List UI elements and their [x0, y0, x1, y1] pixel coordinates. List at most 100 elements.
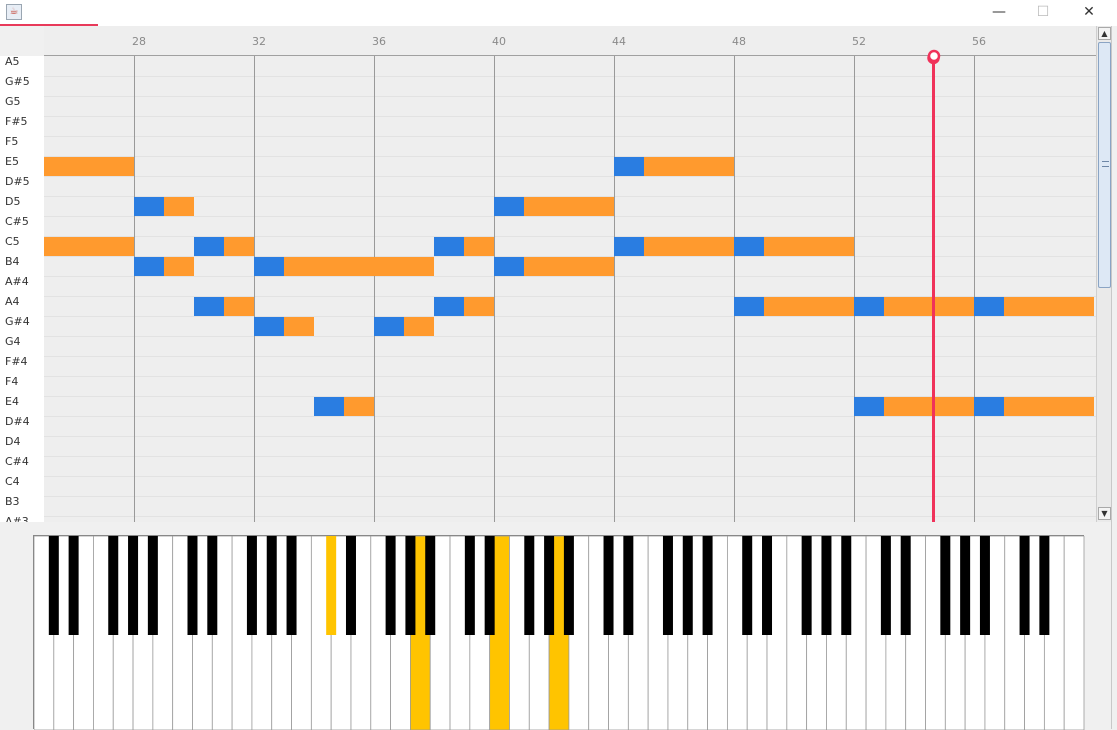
note-block[interactable] — [854, 297, 974, 316]
black-key[interactable] — [762, 536, 773, 635]
piano-roll-grid[interactable] — [44, 56, 1096, 522]
black-key[interactable] — [187, 536, 198, 635]
pitch-label: A4 — [5, 295, 20, 308]
black-key[interactable] — [207, 536, 218, 635]
note-block[interactable] — [494, 197, 614, 216]
pitch-label-column: A5 G#5 G5 F#5 F5 E5 D#5 D5 C#5 C5 B4 A#4 A4 G#4 G4 F#4 F… — [0, 56, 44, 522]
black-key[interactable] — [286, 536, 297, 635]
ruler-label: 28 — [132, 35, 146, 48]
note-canvas[interactable] — [44, 56, 1096, 522]
note-block[interactable] — [134, 257, 194, 276]
black-key[interactable] — [841, 536, 852, 635]
note-block[interactable] — [434, 297, 494, 316]
note-block[interactable] — [314, 397, 374, 416]
note-block[interactable] — [44, 237, 134, 256]
note-block[interactable] — [254, 257, 434, 276]
black-key[interactable] — [266, 536, 277, 635]
black-key[interactable] — [801, 536, 812, 635]
scroll-up-arrow[interactable]: ▲ — [1098, 27, 1111, 40]
maximize-button[interactable]: ☐ — [1021, 2, 1065, 24]
note-head[interactable] — [494, 257, 524, 276]
note-block[interactable] — [194, 297, 254, 316]
note-head[interactable] — [974, 397, 1004, 416]
note-head[interactable] — [434, 297, 464, 316]
note-head[interactable] — [854, 397, 884, 416]
note-head[interactable] — [434, 237, 464, 256]
note-head[interactable] — [254, 317, 284, 336]
black-key[interactable] — [900, 536, 911, 635]
black-key[interactable] — [326, 536, 337, 635]
note-block[interactable] — [734, 297, 854, 316]
black-key[interactable] — [544, 536, 555, 635]
note-head[interactable] — [374, 317, 404, 336]
note-block[interactable] — [434, 237, 494, 256]
black-key[interactable] — [979, 536, 990, 635]
black-key[interactable] — [880, 536, 891, 635]
vertical-scrollbar[interactable]: ▲ ▼ — [1096, 26, 1112, 522]
pitch-label: G5 — [5, 95, 21, 108]
black-key[interactable] — [1039, 536, 1050, 635]
note-block[interactable] — [734, 237, 854, 256]
black-key[interactable] — [524, 536, 535, 635]
black-key[interactable] — [603, 536, 614, 635]
black-key[interactable] — [702, 536, 713, 635]
black-key[interactable] — [425, 536, 436, 635]
playhead-knob[interactable] — [927, 49, 941, 63]
black-key[interactable] — [128, 536, 139, 635]
note-head[interactable] — [734, 297, 764, 316]
close-button[interactable]: ✕ — [1067, 2, 1111, 24]
minimize-button[interactable]: — — [977, 2, 1021, 24]
piano-keyboard[interactable] — [33, 535, 1085, 730]
note-head[interactable] — [974, 297, 1004, 316]
black-key[interactable] — [563, 536, 574, 635]
black-key[interactable] — [246, 536, 257, 635]
black-key[interactable] — [147, 536, 158, 635]
playhead-knob-circle[interactable] — [927, 49, 940, 63]
black-key[interactable] — [345, 536, 356, 635]
note-block[interactable] — [254, 317, 314, 336]
black-key[interactable] — [464, 536, 475, 635]
black-key[interactable] — [742, 536, 753, 635]
note-body[interactable] — [44, 157, 134, 176]
black-key[interactable] — [48, 536, 59, 635]
note-head[interactable] — [734, 237, 764, 256]
note-head[interactable] — [494, 197, 524, 216]
note-block[interactable] — [614, 237, 734, 256]
note-block[interactable] — [44, 157, 134, 176]
scroll-down-arrow[interactable]: ▼ — [1098, 507, 1111, 520]
note-block[interactable] — [134, 197, 194, 216]
note-head[interactable] — [254, 257, 284, 276]
note-head[interactable] — [134, 257, 164, 276]
note-block[interactable] — [494, 257, 614, 276]
black-key[interactable] — [108, 536, 119, 635]
note-body[interactable] — [44, 237, 134, 256]
black-key[interactable] — [484, 536, 495, 635]
piano-keys[interactable] — [34, 536, 1085, 730]
note-block[interactable] — [374, 317, 434, 336]
note-block[interactable] — [194, 237, 254, 256]
note-block[interactable] — [974, 297, 1094, 316]
black-key[interactable] — [940, 536, 951, 635]
black-key[interactable] — [623, 536, 634, 635]
black-key[interactable] — [682, 536, 693, 635]
note-head[interactable] — [314, 397, 344, 416]
note-head[interactable] — [854, 297, 884, 316]
note-block[interactable] — [854, 397, 974, 416]
black-key[interactable] — [821, 536, 832, 635]
scroll-thumb[interactable] — [1098, 42, 1111, 288]
note-head[interactable] — [194, 297, 224, 316]
black-key[interactable] — [1019, 536, 1030, 635]
note-head[interactable] — [134, 197, 164, 216]
note-block[interactable] — [974, 397, 1094, 416]
white-key[interactable] — [1063, 536, 1085, 730]
black-key[interactable] — [960, 536, 971, 635]
note-head[interactable] — [194, 237, 224, 256]
note-head[interactable] — [614, 157, 644, 176]
black-key[interactable] — [405, 536, 416, 635]
ruler-label: 56 — [972, 35, 986, 48]
black-key[interactable] — [68, 536, 79, 635]
black-key[interactable] — [662, 536, 673, 635]
note-block[interactable] — [614, 157, 734, 176]
black-key[interactable] — [385, 536, 396, 635]
note-head[interactable] — [614, 237, 644, 256]
